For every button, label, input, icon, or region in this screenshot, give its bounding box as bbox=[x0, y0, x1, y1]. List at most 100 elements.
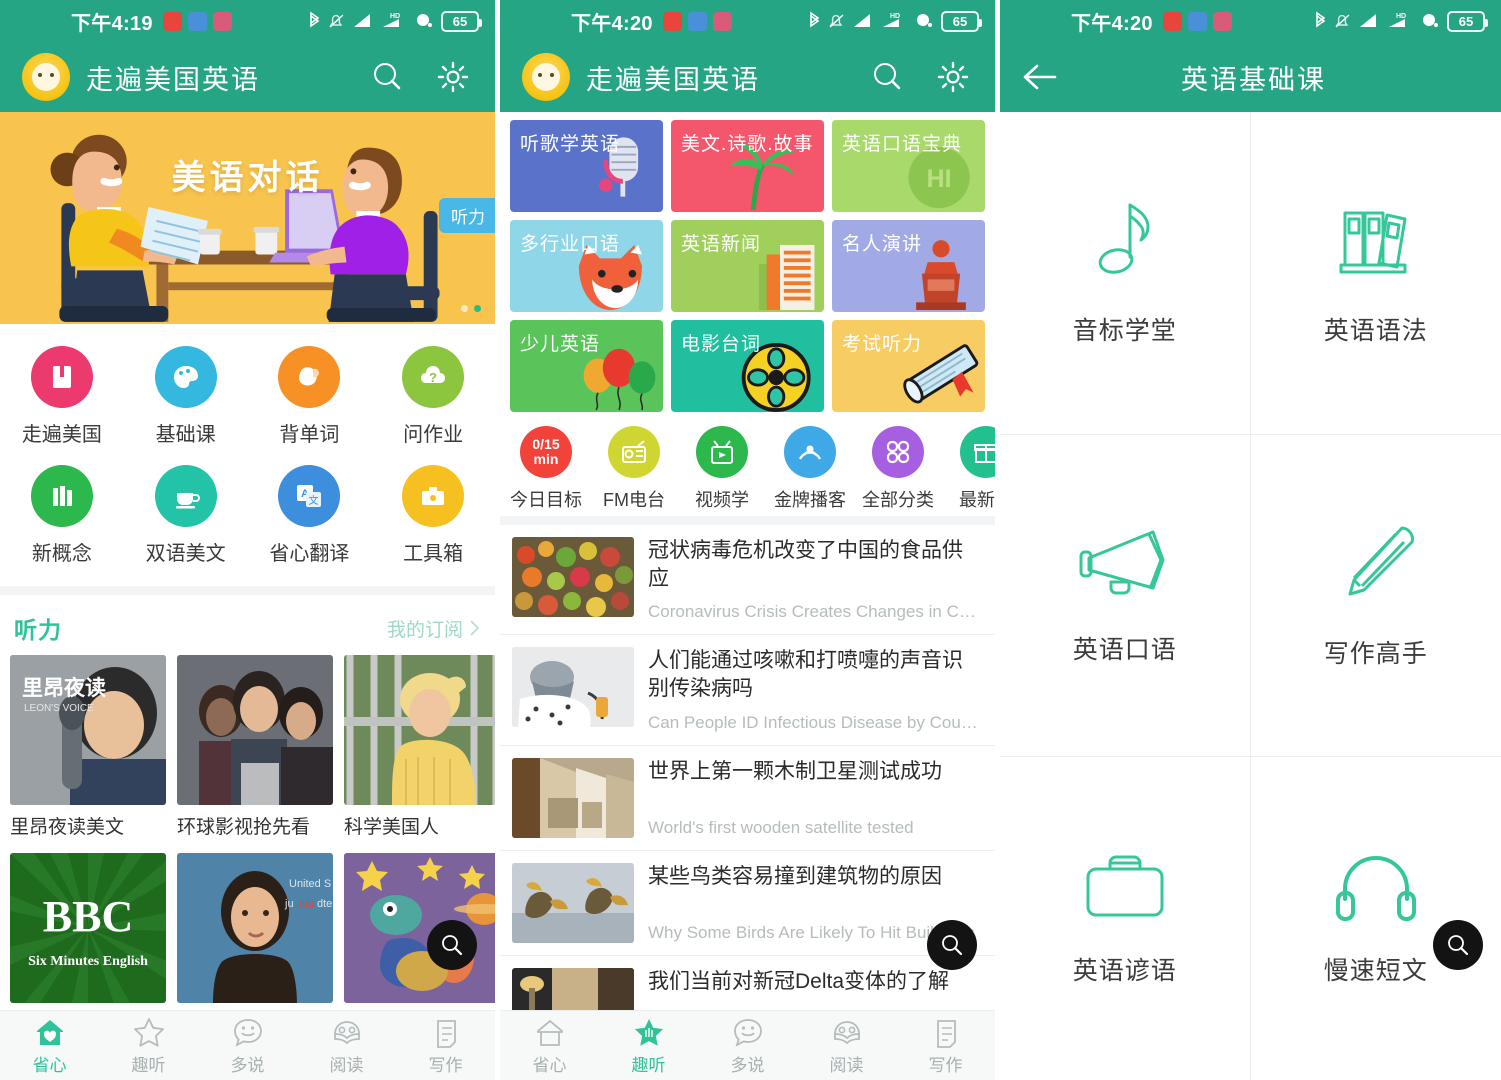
news-thumbnail bbox=[512, 862, 634, 943]
gear-icon[interactable] bbox=[433, 57, 473, 97]
bluetooth-icon bbox=[810, 11, 820, 28]
category-tile-essays[interactable]: 美文.诗歌.故事 bbox=[671, 120, 824, 212]
media-card[interactable]: 里昂夜读 LEON'S VOICE 里昂夜读美文 bbox=[10, 655, 166, 839]
tile-label: 多行业口语 bbox=[520, 234, 621, 255]
arrow-left-icon[interactable] bbox=[1020, 57, 1060, 97]
nav-item-duoshuo[interactable]: 多说 bbox=[698, 1016, 797, 1076]
nav-item-xiezuo[interactable]: 写作 bbox=[396, 1016, 495, 1076]
toolbox-icon bbox=[402, 465, 465, 527]
nav-label: 写作 bbox=[428, 1055, 463, 1075]
phone-screen-home: 下午4:19 HD 65 走遍美国英语 美语对话 听力 走遍美国 基础课 背单词… bbox=[0, 0, 500, 1080]
news-title-cn: 人们能通过咳嗽和打喷嚏的声音识别传染病吗 bbox=[648, 649, 963, 701]
shortcut-daily-goal[interactable]: 0/15 min 今日目标 bbox=[502, 426, 590, 512]
category-tile-song-english[interactable]: 听歌学英语 bbox=[510, 120, 663, 212]
status-notification-icons bbox=[662, 11, 732, 31]
nav-item-duoshuo[interactable]: 多说 bbox=[198, 1016, 297, 1076]
signal-icon-2: HD bbox=[1389, 13, 1406, 27]
category-tile-spoken-treasury[interactable]: 英语口语宝典 HI bbox=[832, 120, 985, 212]
shortcut-fm-radio[interactable]: FM电台 bbox=[590, 426, 678, 512]
course-cell-slow-articles[interactable]: 慢速短文 bbox=[1250, 757, 1501, 1080]
search-icon bbox=[442, 935, 463, 956]
silent-bell-icon bbox=[829, 14, 844, 28]
shortcut-video-learn[interactable]: 视频学 bbox=[678, 426, 766, 512]
shortcut-label: 视频学 bbox=[695, 490, 749, 510]
nav-item-yuedu[interactable]: 阅读 bbox=[297, 1016, 396, 1076]
shortcut-gold-podcast[interactable]: 金牌播客 bbox=[766, 426, 854, 512]
nav-label: 趣听 bbox=[131, 1055, 166, 1075]
search-fab[interactable] bbox=[1433, 920, 1483, 970]
status-notification-icons bbox=[1162, 11, 1232, 31]
quick-entry-row-1: 走遍美国 基础课 背单词 ? 问作业 bbox=[0, 338, 495, 457]
nav-item-shengxin[interactable]: 省心 bbox=[500, 1016, 599, 1076]
bluetooth-icon bbox=[310, 11, 320, 28]
tile-label: 听歌学英语 bbox=[520, 134, 621, 155]
shortcut-label: 金牌播客 bbox=[774, 490, 846, 510]
quick-entry-ask-homework[interactable]: ? 问作业 bbox=[371, 338, 495, 457]
phone-screen-listen: 下午4:20 HD 65 走遍美国英语 听歌学英语 美文.诗歌.故事 英语口语宝… bbox=[500, 0, 1000, 1080]
course-cell-proverbs[interactable]: 英语谚语 bbox=[1000, 757, 1251, 1080]
card-caption: 里昂夜读美文 bbox=[10, 817, 125, 838]
course-cell-grammar[interactable]: 英语语法 bbox=[1250, 112, 1501, 435]
my-subscriptions-link[interactable]: 我的订阅 bbox=[387, 615, 481, 642]
course-label: 英语语法 bbox=[1323, 316, 1428, 345]
quick-entry-bilingual-essays[interactable]: 双语美文 bbox=[124, 457, 248, 576]
status-system-icons: HD 65 bbox=[808, 10, 982, 32]
shortcut-latest-activity[interactable]: 最新活 bbox=[942, 426, 995, 512]
home-banner[interactable]: 美语对话 听力 bbox=[0, 112, 495, 324]
category-tile-famous-speech[interactable]: 名人演讲 bbox=[832, 220, 985, 312]
quick-entry-memorize-words[interactable]: 背单词 bbox=[248, 338, 372, 457]
category-tile-news[interactable]: 英语新闻 bbox=[671, 220, 824, 312]
nav-item-shengxin[interactable]: 省心 bbox=[0, 1016, 99, 1076]
search-fab[interactable] bbox=[927, 920, 977, 970]
app-bar: 走遍美国英语 bbox=[0, 42, 495, 112]
wifi-drop-icon bbox=[1423, 14, 1438, 27]
media-card[interactable]: 科学美国人 bbox=[344, 655, 495, 839]
svg-text:文: 文 bbox=[309, 494, 319, 507]
silent-bell-icon bbox=[329, 14, 344, 28]
books-icon bbox=[1339, 211, 1407, 274]
news-item[interactable]: 人们能通过咳嗽和打喷嚏的声音识别传染病吗 Can People ID Infec… bbox=[500, 635, 995, 746]
banner-dots[interactable] bbox=[461, 305, 481, 312]
nav-item-yuedu[interactable]: 阅读 bbox=[797, 1016, 896, 1076]
grid-icon bbox=[872, 426, 924, 478]
search-fab[interactable] bbox=[427, 920, 477, 970]
quick-entry-translate[interactable]: A文 省心翻译 bbox=[248, 457, 372, 576]
media-card[interactable]: 环球影视抢先看 bbox=[177, 655, 333, 839]
course-label: 音标学堂 bbox=[1072, 316, 1177, 345]
category-tile-exam-listening[interactable]: 考试听力 bbox=[832, 320, 985, 412]
quick-entry-toolbox[interactable]: 工具箱 bbox=[371, 457, 495, 576]
course-cell-phonetics[interactable]: 音标学堂 bbox=[1000, 112, 1251, 435]
status-time: 下午4:20 bbox=[571, 12, 653, 35]
card-artwork: 里昂夜读 LEON'S VOICE bbox=[10, 655, 166, 805]
search-icon[interactable] bbox=[867, 57, 907, 97]
phone-screen-basic-course: 下午4:20 HD 65 英语基础课 音标学堂 英语语法 英语口语 写作高手 英… bbox=[1000, 0, 1501, 1080]
shortcut-icon-row: 0/15 min 今日目标 FM电台 视频学 金牌播客 全部分类 最新 bbox=[500, 420, 995, 516]
search-icon[interactable] bbox=[367, 57, 407, 97]
news-item[interactable]: 冠状病毒危机改变了中国的食品供应 Coronavirus Crisis Crea… bbox=[500, 525, 995, 636]
nav-item-quting[interactable]: 趣听 bbox=[99, 1016, 198, 1076]
pencil-icon bbox=[1348, 526, 1414, 596]
category-tile-movie-lines[interactable]: 电影台词 bbox=[671, 320, 824, 412]
listening-cards-row-1: 里昂夜读 LEON'S VOICE 里昂夜读美文 环球影视抢先看 科学美国人 bbox=[0, 655, 495, 845]
book-icon bbox=[30, 346, 93, 408]
course-cell-writing[interactable]: 写作高手 bbox=[1250, 434, 1501, 758]
quick-entry-new-concept[interactable]: 新概念 bbox=[0, 457, 124, 576]
question-cloud-icon: ? bbox=[402, 346, 465, 408]
quick-entry-basic-course[interactable]: 基础课 bbox=[124, 338, 248, 457]
quick-entry-walk-usa[interactable]: 走遍美国 bbox=[0, 338, 124, 457]
category-tile-kids[interactable]: 少儿英语 bbox=[510, 320, 663, 412]
search-icon bbox=[1448, 935, 1469, 956]
quick-entry-label: 省心翻译 bbox=[269, 543, 350, 565]
news-item[interactable]: 世界上第一颗木制卫星测试成功 World's first wooden sate… bbox=[500, 746, 995, 851]
notification-icon-red bbox=[162, 11, 182, 31]
news-item[interactable]: 某些鸟类容易撞到建筑物的原因 Why Some Birds Are Likely… bbox=[500, 851, 995, 956]
gear-icon[interactable] bbox=[933, 57, 973, 97]
shortcut-all-categories[interactable]: 全部分类 bbox=[854, 426, 942, 512]
nav-item-quting[interactable]: 趣听 bbox=[599, 1016, 698, 1076]
category-tile-industry-spoken[interactable]: 多行业口语 bbox=[510, 220, 663, 312]
tile-label: 考试听力 bbox=[842, 334, 923, 355]
course-cell-spoken[interactable]: 英语口语 bbox=[1000, 434, 1251, 758]
app-title: 走遍美国英语 bbox=[86, 64, 260, 95]
nav-item-xiezuo[interactable]: 写作 bbox=[896, 1016, 995, 1076]
coffee-icon bbox=[154, 465, 217, 527]
